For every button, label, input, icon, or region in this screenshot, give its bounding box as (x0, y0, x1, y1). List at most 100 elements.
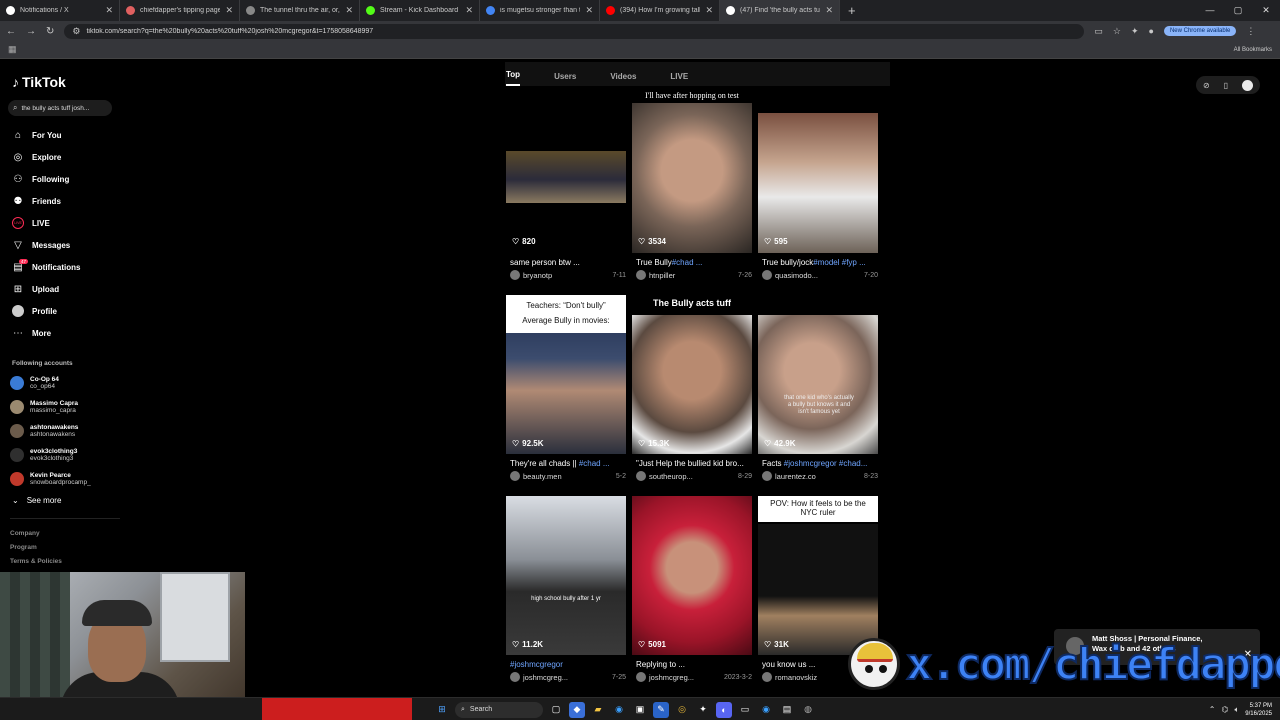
close-tab-icon[interactable]: ✕ (105, 5, 113, 16)
coins-icon[interactable]: ⊘ (1203, 81, 1210, 90)
video-thumbnail[interactable] (632, 103, 752, 253)
site-info-icon[interactable]: ⚙ (72, 26, 80, 37)
video-thumbnail[interactable] (758, 113, 878, 253)
close-window-icon[interactable]: ✕ (1252, 0, 1280, 21)
video-caption[interactable]: True Bully#chad ... (636, 258, 756, 267)
tab-top[interactable]: Top (506, 70, 521, 86)
search-input[interactable]: ⌕ the bully acts tuff josh... (8, 100, 112, 116)
browser-tab[interactable]: Notifications / X ✕ (0, 0, 120, 21)
nav-profile[interactable]: Profile (12, 303, 57, 319)
discord-icon[interactable]: ◐ (716, 701, 732, 718)
video-card[interactable]: The Bully acts tuff ♡ 15.3K "Just Help th… (632, 295, 752, 485)
nav-upload[interactable]: ⊞ Upload (12, 281, 59, 297)
app-icon[interactable]: ▢ (548, 702, 564, 718)
device-icon[interactable]: ▯ (1224, 81, 1228, 90)
extensions-icon[interactable]: ✦ (1131, 26, 1139, 37)
update-chrome-button[interactable]: New Chrome available (1163, 26, 1237, 36)
browser-tab[interactable]: is mugetsu stronger than true✕ (480, 0, 600, 21)
network-icon[interactable]: ⌬ (1222, 705, 1229, 714)
video-thumbnail[interactable] (506, 151, 626, 203)
browser-tab-active[interactable]: (47) Find 'the bully acts tuff josh✕ (720, 0, 840, 21)
close-tab-icon[interactable]: ✕ (225, 5, 233, 16)
tab-videos[interactable]: Videos (610, 72, 636, 86)
see-more-button[interactable]: ⌄ See more (12, 496, 61, 505)
footer-link[interactable]: Program (10, 544, 37, 551)
video-card[interactable]: ♡ 820 same person btw ... bryanotp 7-11 (506, 94, 626, 284)
nav-following[interactable]: ⚇ Following (12, 171, 70, 187)
browser-tab[interactable]: Stream - Kick Dashboard ✕ (360, 0, 480, 21)
creator-info[interactable]: beauty.men 5-2 (510, 471, 630, 481)
following-account[interactable]: ashtonawakens ashtonawakens (10, 424, 78, 438)
following-account[interactable]: Kevin Pearce snowboardprocamp_ (10, 472, 91, 486)
video-card[interactable]: that one kid who's actually a bully but … (758, 295, 878, 485)
reload-icon[interactable]: ↻ (46, 26, 54, 37)
app-icon[interactable]: ◉ (758, 702, 774, 718)
taskbar-search[interactable]: ⌕ Search (455, 701, 543, 718)
menu-icon[interactable]: ⋮ (1246, 26, 1255, 37)
video-card[interactable]: I'll have after hopping on test ♡ 3534 Tr… (632, 91, 752, 284)
creator-info[interactable]: quasimodo... 7-20 (762, 270, 882, 280)
video-thumbnail[interactable] (758, 315, 878, 454)
browser-tab[interactable]: The tunnel thru the air, or, Look✕ (240, 0, 360, 21)
chevron-up-icon[interactable]: ⌃ (1209, 705, 1216, 714)
video-card[interactable]: high school bully after 1 yr ♡ 11.2K #jos… (506, 496, 626, 686)
video-card[interactable]: Teachers: “Don't bully” Average Bully in … (506, 295, 626, 485)
close-tab-icon[interactable]: ✕ (705, 5, 713, 16)
nav-messages[interactable]: ▽ Messages (12, 237, 70, 253)
nav-notifications[interactable]: ▤ 47 Notifications (12, 258, 80, 275)
app-icon[interactable]: ✦ (695, 702, 711, 718)
app-icon[interactable]: ◆ (569, 701, 585, 718)
video-card[interactable]: ♡ 595 True bully/jock#model #fyp ... quas… (758, 94, 878, 284)
taskbar-clock[interactable]: 5:37 PM 9/16/2025 (1245, 702, 1272, 718)
video-caption[interactable]: "Just Help the bullied kid bro... (636, 459, 756, 468)
apps-icon[interactable]: ▦ (8, 44, 17, 55)
close-tab-icon[interactable]: ✕ (585, 5, 593, 16)
video-caption[interactable]: Facts #joshmcgregor #chad... (762, 459, 882, 468)
nav-explore[interactable]: ◎ Explore (12, 149, 62, 165)
edge-icon[interactable]: ◉ (611, 702, 627, 718)
back-icon[interactable]: ← (6, 26, 16, 37)
close-tab-icon[interactable]: ✕ (465, 5, 473, 16)
app-icon[interactable]: ✎ (653, 701, 669, 718)
all-bookmarks-button[interactable]: All Bookmarks (1234, 47, 1272, 53)
minimize-icon[interactable]: — (1196, 0, 1224, 21)
windows-start-icon[interactable]: ⊞ (434, 702, 450, 718)
video-caption[interactable]: #joshmcgregor (510, 660, 630, 669)
store-icon[interactable]: ▣ (632, 702, 648, 718)
nav-for-you[interactable]: ⌂ For You (12, 127, 62, 143)
maximize-icon[interactable]: ▢ (1224, 0, 1252, 21)
video-thumbnail[interactable] (506, 496, 626, 655)
tiktok-logo[interactable]: ♪ TikTok (12, 74, 66, 90)
video-caption[interactable]: True bully/jock#model #fyp ... (762, 258, 882, 267)
address-bar[interactable]: ⚙ tiktok.com/search?q=the%20bully%20acts… (64, 23, 1085, 39)
app-icon[interactable]: ▤ (779, 702, 795, 718)
forward-icon[interactable]: → (26, 26, 36, 37)
following-account[interactable]: Massimo Capra massimo_capra (10, 400, 78, 414)
close-tab-icon[interactable]: ✕ (825, 5, 833, 16)
creator-info[interactable]: joshmcgreg... 2023-3-2 (636, 672, 756, 682)
footer-link[interactable]: Company (10, 530, 40, 537)
tab-live[interactable]: LIVE (670, 72, 688, 86)
chrome-icon[interactable]: ◎ (674, 702, 690, 718)
following-account[interactable]: evok3clothing3 evok3clothing3 (10, 448, 77, 462)
footer-link[interactable]: Terms & Policies (10, 558, 62, 565)
browser-tab[interactable]: (394) How I'm growing taller at✕ (600, 0, 720, 21)
nav-friends[interactable]: ⚉ Friends (12, 193, 61, 209)
video-caption[interactable]: They're all chads || #chad ... (510, 459, 630, 468)
terminal-icon[interactable]: ▭ (737, 702, 753, 718)
video-thumbnail[interactable] (632, 496, 752, 655)
video-caption[interactable]: Replying to ... (636, 660, 756, 669)
browser-tab[interactable]: chiefdapper's tipping page ✕ (120, 0, 240, 21)
install-app-icon[interactable]: ▭ (1094, 26, 1103, 37)
creator-info[interactable]: southeurop... 8-29 (636, 471, 756, 481)
following-account[interactable]: Co-Op 64 co_op64 (10, 376, 59, 390)
video-thumbnail[interactable] (632, 315, 752, 454)
new-tab-button[interactable]: + (840, 3, 864, 18)
creator-info[interactable]: laurentez.co 8-23 (762, 471, 882, 481)
avatar[interactable] (1241, 79, 1253, 91)
nav-more[interactable]: ⋯ More (12, 325, 51, 341)
tab-users[interactable]: Users (554, 72, 576, 86)
bookmark-star-icon[interactable]: ☆ (1113, 26, 1121, 37)
video-caption[interactable]: same person btw ... (510, 258, 630, 267)
creator-info[interactable]: joshmcgreg... 7-25 (510, 672, 630, 682)
